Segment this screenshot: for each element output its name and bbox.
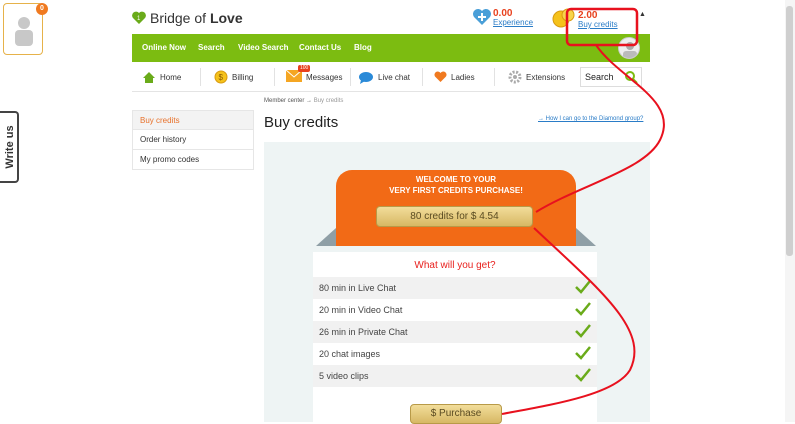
checkmark-icon (575, 324, 591, 338)
icon-menu: Home $ Billing 100 Messages Live chat La… (132, 62, 650, 92)
billing-coin-icon: $ (214, 70, 228, 84)
nav-blog[interactable]: Blog (354, 43, 372, 52)
menu-billing[interactable]: $ Billing (214, 69, 253, 85)
logo[interactable]: 1 Bridge of Love (131, 8, 243, 28)
benefit-label: 80 min in Live Chat (319, 283, 397, 293)
purchase-button[interactable]: $ Purchase (410, 404, 502, 424)
nav-online-now[interactable]: Online Now (142, 43, 186, 52)
nav-video-search[interactable]: Video Search (238, 43, 289, 52)
menu-billing-label: Billing (232, 72, 254, 82)
breadcrumb-root[interactable]: Member center (264, 98, 304, 104)
menu-extensions-label: Extensions (526, 72, 566, 82)
search-icon[interactable] (624, 70, 638, 84)
menu-divider (350, 68, 351, 86)
svg-text:$: $ (219, 73, 224, 82)
messages-badge: 100 (298, 65, 311, 72)
menu-live-chat[interactable]: Live chat (358, 69, 410, 85)
scrollbar-thumb[interactable] (786, 6, 793, 256)
home-icon (143, 71, 155, 83)
benefit-row: 80 min in Live Chat (313, 277, 597, 299)
sidebar-item-order-history[interactable]: Order history (132, 130, 254, 150)
benefits-card: What will you get? 80 min in Live Chat 2… (313, 252, 597, 422)
ribbon-left (316, 228, 336, 246)
experience-link[interactable]: Experience (493, 18, 533, 27)
menu-home-label: Home (160, 72, 182, 82)
credits-widget[interactable]: 2.00 Buy credits (552, 8, 618, 33)
search-input[interactable]: Search (585, 72, 614, 82)
benefit-row: 5 video clips (313, 365, 597, 387)
heart-logo-icon: 1 (132, 11, 146, 24)
logo-text: Bridge of Love (150, 10, 243, 26)
benefit-row: 20 min in Video Chat (313, 299, 597, 321)
menu-live-chat-label: Live chat (378, 72, 411, 82)
checkmark-icon (575, 280, 591, 294)
menu-ladies[interactable]: Ladies (434, 69, 475, 85)
diamond-group-link[interactable]: → How I can go to the Diamond group? (538, 116, 643, 122)
menu-messages[interactable]: 100 Messages (285, 65, 343, 85)
offer-button[interactable]: 80 credits for $ 4.54 (376, 206, 533, 227)
menu-extensions[interactable]: Extensions (508, 69, 565, 85)
menu-divider (422, 68, 423, 86)
menu-ladies-label: Ladies (451, 72, 475, 82)
menu-home[interactable]: Home (142, 69, 181, 85)
benefit-row: 20 chat images (313, 343, 597, 365)
checkmark-icon (575, 346, 591, 360)
heart-icon (434, 71, 447, 82)
buy-credits-link[interactable]: Buy credits (578, 20, 628, 29)
menu-messages-label: Messages (306, 72, 343, 82)
benefit-label: 5 video clips (319, 371, 369, 381)
nav-search[interactable]: Search (198, 43, 225, 52)
welcome-line-2: VERY FIRST CREDITS PURCHASE! (389, 186, 523, 195)
nav-contact-us[interactable]: Contact Us (299, 43, 341, 52)
benefit-label: 20 chat images (319, 349, 381, 359)
experience-heart-icon (473, 9, 491, 25)
benefit-label: 20 min in Video Chat (319, 305, 403, 315)
coins-icon (552, 8, 575, 28)
notification-badge: 0 (36, 3, 48, 15)
benefit-row: 26 min in Private Chat (313, 321, 597, 343)
user-silhouette-icon (15, 17, 33, 46)
breadcrumb-current: Buy credits (313, 98, 344, 104)
checkmark-icon (575, 302, 591, 316)
chat-bubble-icon (359, 71, 373, 84)
gear-icon (508, 70, 522, 84)
menu-divider (274, 68, 275, 86)
breadcrumb-arrow: → (306, 98, 313, 104)
page-title: Buy credits (264, 114, 339, 131)
write-us-label: Write us (4, 125, 16, 169)
messages-icon-wrap: 100 (285, 65, 311, 84)
profile-avatar[interactable] (618, 37, 640, 59)
search-box[interactable]: Search (580, 67, 642, 87)
menu-divider (494, 68, 495, 86)
experience-widget[interactable]: 0.00 Experience (472, 8, 533, 27)
ribbon-right (576, 228, 596, 246)
triangle-up-icon[interactable]: ▲ (639, 11, 646, 18)
breadcrumb: Member center → Buy credits (264, 98, 343, 104)
sidebar: Buy credits Order history My promo codes (132, 110, 254, 170)
top-navigation: Online Now Search Video Search Contact U… (132, 34, 650, 62)
welcome-line-1: WELCOME TO YOUR (415, 175, 497, 184)
benefits-title: What will you get? (414, 260, 496, 271)
write-us-tab[interactable]: Write us (0, 111, 19, 183)
checkmark-icon (575, 368, 591, 382)
benefit-label: 26 min in Private Chat (319, 327, 408, 337)
welcome-text: WELCOME TO YOUR VERY FIRST CREDITS PURCH… (336, 174, 576, 196)
sidebar-item-promo-codes[interactable]: My promo codes (132, 150, 254, 170)
sidebar-item-buy-credits[interactable]: Buy credits (132, 110, 254, 130)
menu-divider (200, 68, 201, 86)
